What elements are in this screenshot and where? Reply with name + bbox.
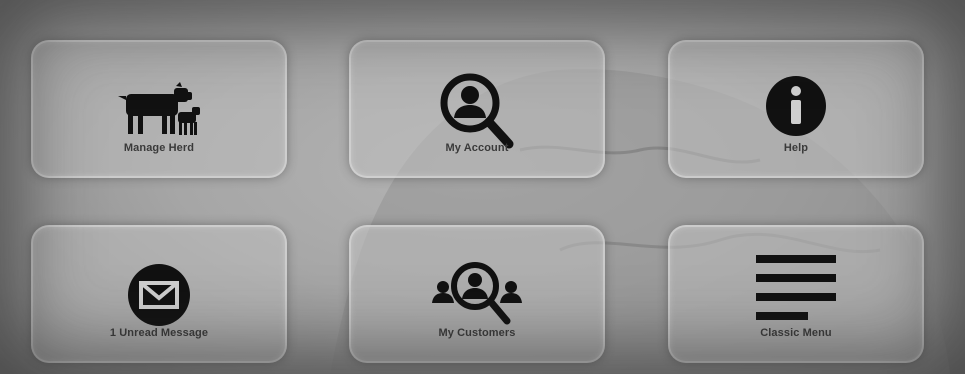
my-customers-label: My Customers (438, 327, 516, 339)
info-icon (764, 74, 828, 143)
dashboard-menu: Manage Herd My Account Help 1 Unread Mes… (0, 0, 965, 374)
classic-menu-button[interactable]: Classic Menu (668, 225, 924, 363)
unread-messages-button[interactable]: 1 Unread Message (31, 225, 287, 363)
unread-messages-label: 1 Unread Message (109, 327, 209, 339)
help-label: Help (783, 142, 809, 154)
my-account-button[interactable]: My Account (349, 40, 605, 178)
envelope-icon (126, 262, 192, 333)
classic-menu-label: Classic Menu (760, 327, 832, 339)
my-customers-button[interactable]: My Customers (349, 225, 605, 363)
my-account-label: My Account (445, 142, 509, 154)
manage-herd-label: Manage Herd (123, 142, 195, 154)
help-button[interactable]: Help (668, 40, 924, 178)
cow-calf-icon (114, 80, 204, 143)
hamburger-menu-icon (754, 253, 838, 330)
manage-herd-button[interactable]: Manage Herd (31, 40, 287, 178)
